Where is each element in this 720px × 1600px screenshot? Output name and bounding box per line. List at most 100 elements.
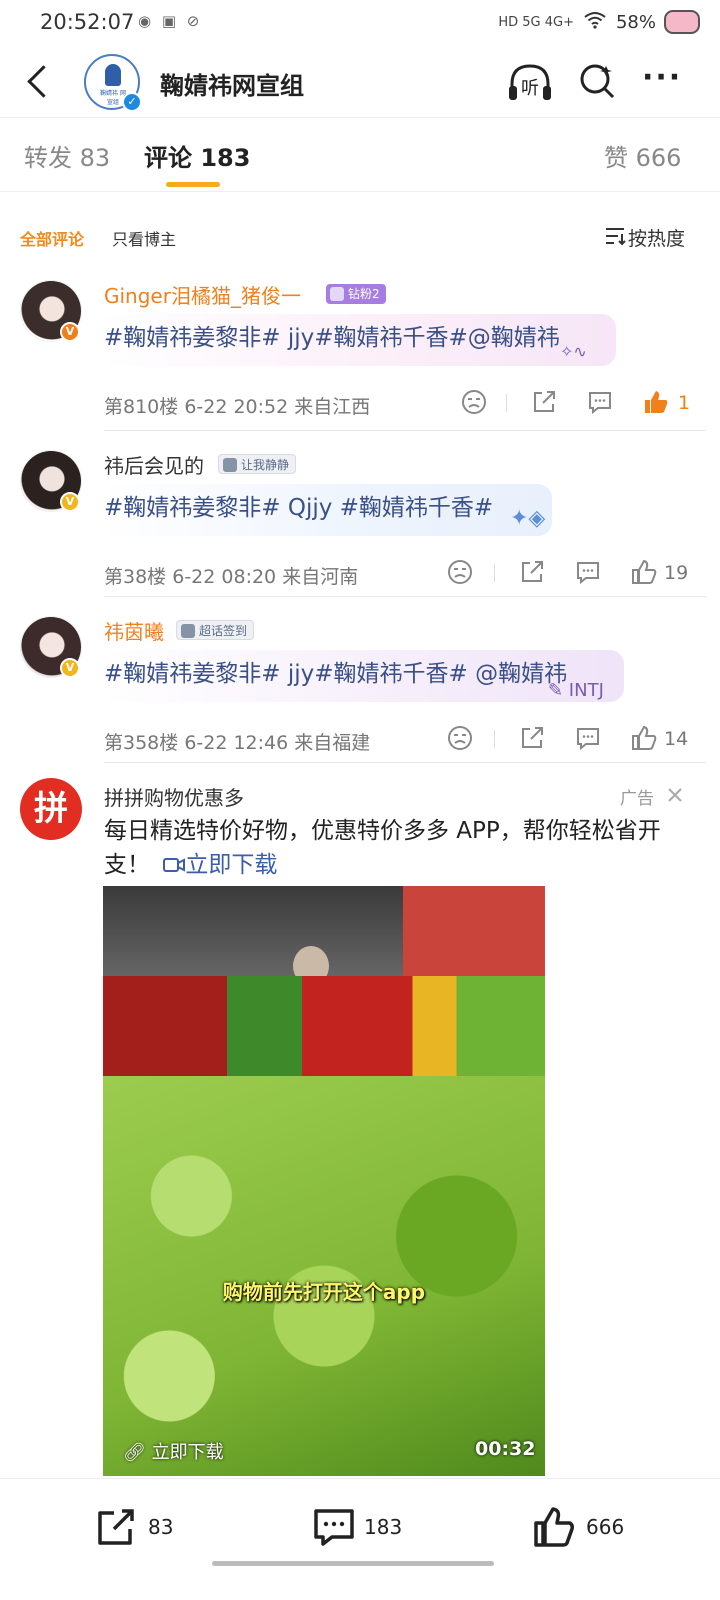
reply-icon[interactable] [574, 558, 602, 586]
ad-item: 拼 拼拼购物优惠多 广告 每日精选特价好物，优惠特价多多 APP，帮你轻松省开支… [0, 778, 720, 1478]
bubble-decoration-icon: ✧∿ [560, 342, 587, 361]
wifi-icon [584, 11, 606, 34]
share-icon[interactable] [530, 388, 558, 416]
ad-tag: 广告 [620, 789, 654, 809]
tab-reposts[interactable]: 转发 83 [24, 138, 110, 173]
like-count: 1 [678, 392, 691, 414]
filter-poster-only[interactable]: 只看博主 [112, 226, 176, 250]
verified-icon: V [60, 322, 80, 342]
sort-by-hot[interactable]: 按热度 [628, 224, 685, 251]
comment-floor: 第358楼 [104, 732, 179, 754]
listen-button[interactable]: 听 [506, 60, 554, 104]
svg-text:听: 听 [521, 78, 539, 99]
bottom-action-bar: 83 183 666 [0, 1478, 720, 1600]
comment-text: #鞠婧祎姜黎非# Qjjy #鞠婧祎千香# [100, 484, 552, 536]
comment-item: V 祎茵曦 超话签到 #鞠婧祎姜黎非# jjy#鞠婧祎千香# @鞠婧祎 ✎ IN… [0, 616, 720, 782]
comment-date: 6-22 08:20 [172, 566, 277, 588]
like-count[interactable]: 666 [586, 1515, 624, 1539]
search-icon[interactable] [578, 62, 616, 100]
reply-icon[interactable] [574, 724, 602, 752]
action-divider [494, 564, 495, 582]
ad-logo[interactable]: 拼 [20, 778, 82, 840]
back-button[interactable] [22, 64, 58, 100]
share-icon[interactable] [518, 724, 546, 752]
like-icon[interactable] [642, 388, 670, 416]
like-count: 19 [664, 562, 689, 584]
video-download-label: 立即下载 [151, 1442, 224, 1463]
like-icon[interactable] [630, 558, 658, 586]
comment-floor: 第38楼 [104, 566, 167, 588]
action-divider [506, 394, 507, 412]
comment-floor: 第810楼 [104, 396, 179, 418]
fan-badge[interactable]: 钻粉2 [326, 284, 386, 304]
video-icon [163, 858, 186, 872]
verified-icon: V [60, 658, 80, 678]
headphones-icon: 听 [509, 64, 551, 100]
ad-download-label: 立即下载 [185, 852, 278, 878]
comment-location: 来自河南 [282, 566, 359, 588]
network-indicator: HD 5G 4G+ [498, 15, 574, 30]
like-icon[interactable] [532, 1505, 576, 1549]
video-download-link[interactable]: 🔗︎ 立即下载 [123, 1438, 224, 1464]
comment-location: 来自福建 [294, 732, 371, 754]
tab-likes[interactable]: 赞 666 [604, 138, 681, 173]
status-right: HD 5G 4G+ 58% [498, 11, 656, 34]
video-scene [103, 976, 545, 1076]
nav-bar: 鞠婧祎 网宣组 ✓ 鞠婧祎网宣组 听 ··· [0, 46, 720, 118]
dislike-icon[interactable] [446, 558, 474, 586]
avatar-figure-icon [105, 64, 121, 86]
filter-all-comments[interactable]: 全部评论 [20, 226, 84, 250]
share-icon[interactable] [518, 558, 546, 586]
comment-divider [104, 596, 706, 597]
like-icon[interactable] [630, 724, 658, 752]
tab-active-indicator [166, 182, 220, 187]
reply-icon[interactable] [586, 388, 614, 416]
home-indicator[interactable] [212, 1561, 494, 1566]
more-options-icon[interactable]: ··· [642, 63, 682, 100]
bubble-decoration-icon: ✎ INTJ [548, 680, 604, 701]
comment-icon[interactable] [312, 1505, 356, 1549]
ad-download-link[interactable]: 立即下载 [157, 852, 277, 878]
video-duration: 00:32 [475, 1438, 536, 1460]
repost-icon[interactable] [94, 1505, 138, 1549]
comment-divider [104, 430, 706, 431]
tab-bar: 转发 83 评论 183 赞 666 [0, 118, 720, 192]
fan-badge[interactable]: 让我静静 [218, 454, 297, 474]
battery-icon [664, 10, 700, 34]
tab-comments[interactable]: 评论 183 [144, 138, 250, 173]
comment-item: V 祎后会见的 让我静静 #鞠婧祎姜黎非# Qjjy #鞠婧祎千香# ✦◈ 第3… [0, 450, 720, 616]
sort-icon[interactable] [604, 226, 626, 246]
status-app-icons: ◉ ▣ ⊘ [138, 12, 203, 30]
status-bar: 20:52:07 ◉ ▣ ⊘ HD 5G 4G+ 58% [0, 0, 720, 46]
comment-date: 6-22 12:46 [184, 732, 289, 754]
super-topic-badge[interactable]: 超话签到 [176, 620, 255, 640]
comment-username[interactable]: 祎后会见的 [104, 450, 204, 479]
ad-video[interactable]: 购物前先打开这个app 🔗︎ 立即下载 00:32 [103, 886, 545, 1476]
comment-meta: 第38楼 6-22 08:20 来自河南 [104, 562, 358, 589]
page-title[interactable]: 鞠婧祎网宣组 [160, 66, 304, 101]
video-caption: 购物前先打开这个app [222, 1280, 426, 1304]
ad-name[interactable]: 拼拼购物优惠多 [104, 782, 244, 811]
comment-text: #鞠婧祎姜黎非# jjy#鞠婧祎千香# @鞠婧祎 [100, 650, 624, 702]
verified-icon: ✓ [122, 92, 142, 112]
comment-filters: 全部评论 只看博主 按热度 [0, 218, 720, 258]
ad-text: 每日精选特价好物，优惠特价多多 APP，帮你轻松省开支！ 立即下载 [104, 814, 694, 882]
comment-username[interactable]: Ginger泪橘猫_猪俊一 [104, 280, 301, 309]
comment-count[interactable]: 183 [364, 1515, 402, 1539]
comment-text: #鞠婧祎姜黎非# jjy#鞠婧祎千香#@鞠婧祎 [100, 314, 616, 366]
link-icon: 🔗︎ [123, 1442, 146, 1463]
dislike-icon[interactable] [460, 388, 488, 416]
comment-item: V Ginger泪橘猫_猪俊一 钻粉2 #鞠婧祎姜黎非# jjy#鞠婧祎千香#@… [0, 280, 720, 446]
like-count: 14 [664, 728, 689, 750]
page-avatar[interactable]: 鞠婧祎 网宣组 ✓ [84, 54, 142, 112]
bubble-decoration-icon: ✦◈ [510, 506, 546, 531]
close-icon[interactable] [666, 786, 684, 804]
verified-icon: V [60, 492, 80, 512]
status-time: 20:52:07 [40, 10, 135, 34]
comment-divider [104, 762, 706, 763]
comment-location: 来自江西 [294, 396, 371, 418]
comment-date: 6-22 20:52 [184, 396, 289, 418]
comment-username[interactable]: 祎茵曦 [104, 616, 164, 645]
dislike-icon[interactable] [446, 724, 474, 752]
repost-count[interactable]: 83 [148, 1515, 173, 1539]
